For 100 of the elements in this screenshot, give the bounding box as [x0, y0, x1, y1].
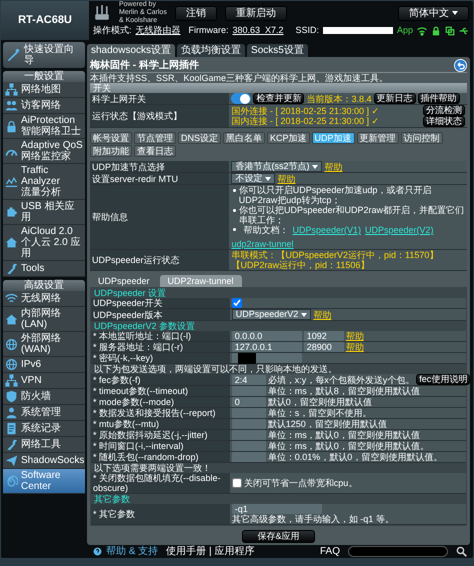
input-field[interactable]: 1092 — [304, 331, 344, 341]
sidebar-item[interactable]: USB 相关应用 — [3, 200, 85, 225]
tab[interactable]: 黑白名单 — [223, 132, 266, 144]
tab[interactable]: Socks5设置 — [247, 44, 308, 57]
action-button[interactable]: 更新日志 — [374, 93, 416, 104]
field-label: * timeout参数(--timeout) — [93, 386, 188, 396]
quick-setup-button[interactable]: 快速设置向导 — [3, 42, 85, 68]
tab[interactable]: 负载均衡设置 — [177, 44, 246, 57]
sidebar-item[interactable]: Software Center — [3, 469, 85, 494]
tab[interactable]: KCP加速 — [267, 132, 310, 144]
input-field[interactable]: -q1 — [232, 504, 322, 514]
hint-text: 默认0，留空则使用默认值 — [268, 397, 372, 407]
copy-icon[interactable] — [445, 26, 456, 36]
doc-link[interactable]: UDPspeeder(V2) — [365, 225, 434, 235]
language-dropdown[interactable]: 简体中文 — [398, 6, 469, 20]
input-field[interactable] — [232, 452, 266, 462]
input-field[interactable] — [232, 430, 266, 440]
help-link[interactable]: 帮助 & 支持 — [93, 546, 158, 557]
save-button[interactable]: 保存&应用 — [242, 530, 314, 543]
app-label[interactable]: App — [397, 25, 414, 36]
help-link[interactable]: 帮助 — [346, 342, 364, 352]
tab[interactable]: 访问控制 — [400, 132, 443, 144]
sidebar-item[interactable]: ShadowSocks — [3, 453, 85, 469]
action-button[interactable]: 插件帮助 — [418, 93, 460, 104]
sidebar-item[interactable]: 防火墙 — [3, 389, 85, 405]
select-field[interactable]: 不设定 — [231, 173, 276, 184]
hint-text: 默认1250，留空则使用默认值 — [268, 419, 387, 429]
sidebar-item[interactable]: VPN — [3, 373, 85, 389]
help-link[interactable]: 帮助 — [277, 174, 296, 184]
sidebar-item[interactable]: 网络地图 — [3, 82, 85, 98]
section-title: 其它参数 — [93, 494, 131, 504]
help-link[interactable]: 帮助 — [313, 310, 332, 320]
select-field[interactable]: UDPspeederV2 — [232, 309, 312, 320]
input-field[interactable] — [232, 408, 266, 418]
header-button[interactable]: 注销 — [174, 6, 217, 20]
field-label: * 数据发送和接受报告(--report) — [93, 408, 216, 418]
tab[interactable]: DNS设定 — [178, 132, 222, 144]
input-field[interactable] — [232, 419, 266, 429]
field-label: * fec参数(-f) — [93, 374, 141, 384]
input-field[interactable]: 127.0.0.1 — [232, 342, 302, 352]
header-button[interactable]: 重新启动 — [224, 6, 287, 20]
help-link[interactable]: 帮助 — [346, 331, 364, 341]
network-icon — [5, 83, 18, 96]
wrench-icon — [5, 262, 18, 275]
sidebar-item[interactable]: Traffic Analyzer 流量分析 — [3, 164, 85, 200]
input-field[interactable] — [232, 386, 266, 396]
sidebar-item[interactable]: AiProtection 智能网络卫士 — [3, 114, 85, 139]
sidebar-item[interactable]: IPv6 — [3, 357, 85, 373]
mode-label: 操作模式: — [92, 25, 132, 36]
tab[interactable]: 更新管理 — [356, 132, 399, 144]
search-field[interactable] — [348, 546, 448, 557]
tab[interactable]: shadowsocks设置 — [87, 44, 176, 57]
back-icon[interactable] — [454, 59, 467, 72]
sidebar-item[interactable]: Adaptive QoS 网络监控家 — [3, 139, 85, 164]
info-button[interactable]: fec使用说明 — [416, 374, 470, 385]
usb-icon[interactable] — [459, 26, 470, 36]
lock-icon[interactable] — [431, 26, 442, 36]
hint-text: 单位：ms，默认8，留空则使用默认值 — [268, 386, 420, 396]
check-update-button[interactable]: 检查并更新 — [253, 93, 304, 104]
house-icon — [5, 312, 18, 326]
action-button[interactable]: 详细状态 — [422, 116, 465, 127]
sidebar-item[interactable]: 系统管理 — [3, 405, 85, 421]
toggle-switch[interactable] — [231, 93, 252, 104]
shield-icon — [5, 390, 18, 403]
page-title: 梅林固件 - 科学上网插件 — [90, 60, 199, 70]
checkbox[interactable] — [232, 478, 242, 488]
select-field[interactable]: 香港节点(ss2节点) — [231, 161, 322, 172]
sidebar-item[interactable]: Tools — [3, 261, 85, 277]
input-field[interactable] — [232, 441, 266, 451]
password-field[interactable] — [232, 353, 302, 363]
input-field[interactable]: 28900 — [304, 342, 344, 352]
checkbox[interactable] — [232, 298, 242, 308]
mode-link[interactable]: 无线路由器 — [135, 25, 180, 36]
sidebar-item[interactable]: 系统记录 — [3, 421, 85, 437]
field-label: * 原始数据抖动延迟(-j,--jitter) — [93, 430, 208, 440]
tab[interactable]: 查看日志 — [134, 145, 176, 157]
sidebar-item[interactable]: 无线网络 — [3, 291, 85, 307]
action-button[interactable]: 分流检测 — [422, 105, 465, 116]
tab[interactable]: 附加功能 — [90, 145, 132, 157]
tab[interactable]: 帐号设置 — [90, 132, 132, 144]
doc-link[interactable]: UDPspeeder(V1) — [292, 225, 362, 235]
tab[interactable]: 节点管理 — [134, 132, 176, 144]
sidebar-item[interactable]: 内部网络(LAN) — [3, 307, 85, 332]
sidebar-item[interactable]: AiCloud 2.0 个人云 2.0 应用 — [3, 225, 85, 261]
input-field[interactable]: 0 — [232, 397, 266, 407]
section-title: UDPspeeder 设置 — [93, 288, 168, 298]
sidebar-item[interactable]: 访客网络 — [3, 98, 85, 114]
help-link[interactable]: 帮助 — [324, 162, 342, 172]
input-field[interactable]: 2:4 — [232, 374, 266, 384]
section-title: UDPspeederV2 参数设置 — [93, 321, 196, 331]
search-icon[interactable] — [456, 546, 467, 557]
wifi-icon[interactable] — [417, 26, 428, 36]
sidebar-item[interactable]: 网络工具 — [3, 437, 85, 453]
sidebar-item[interactable]: 外部网络(WAN) — [3, 332, 85, 357]
doc-link[interactable]: udp2raw-tunnel — [231, 239, 294, 249]
wifi-icon — [5, 292, 18, 305]
note-text: 以下为包发送选项，两端设置可以不同，只影响本地的发送。 — [93, 364, 338, 374]
firmware-link[interactable]: 380.63_X7.2 — [232, 25, 284, 36]
input-field[interactable]: 0.0.0.0 — [232, 331, 302, 341]
document-icon — [5, 422, 18, 435]
